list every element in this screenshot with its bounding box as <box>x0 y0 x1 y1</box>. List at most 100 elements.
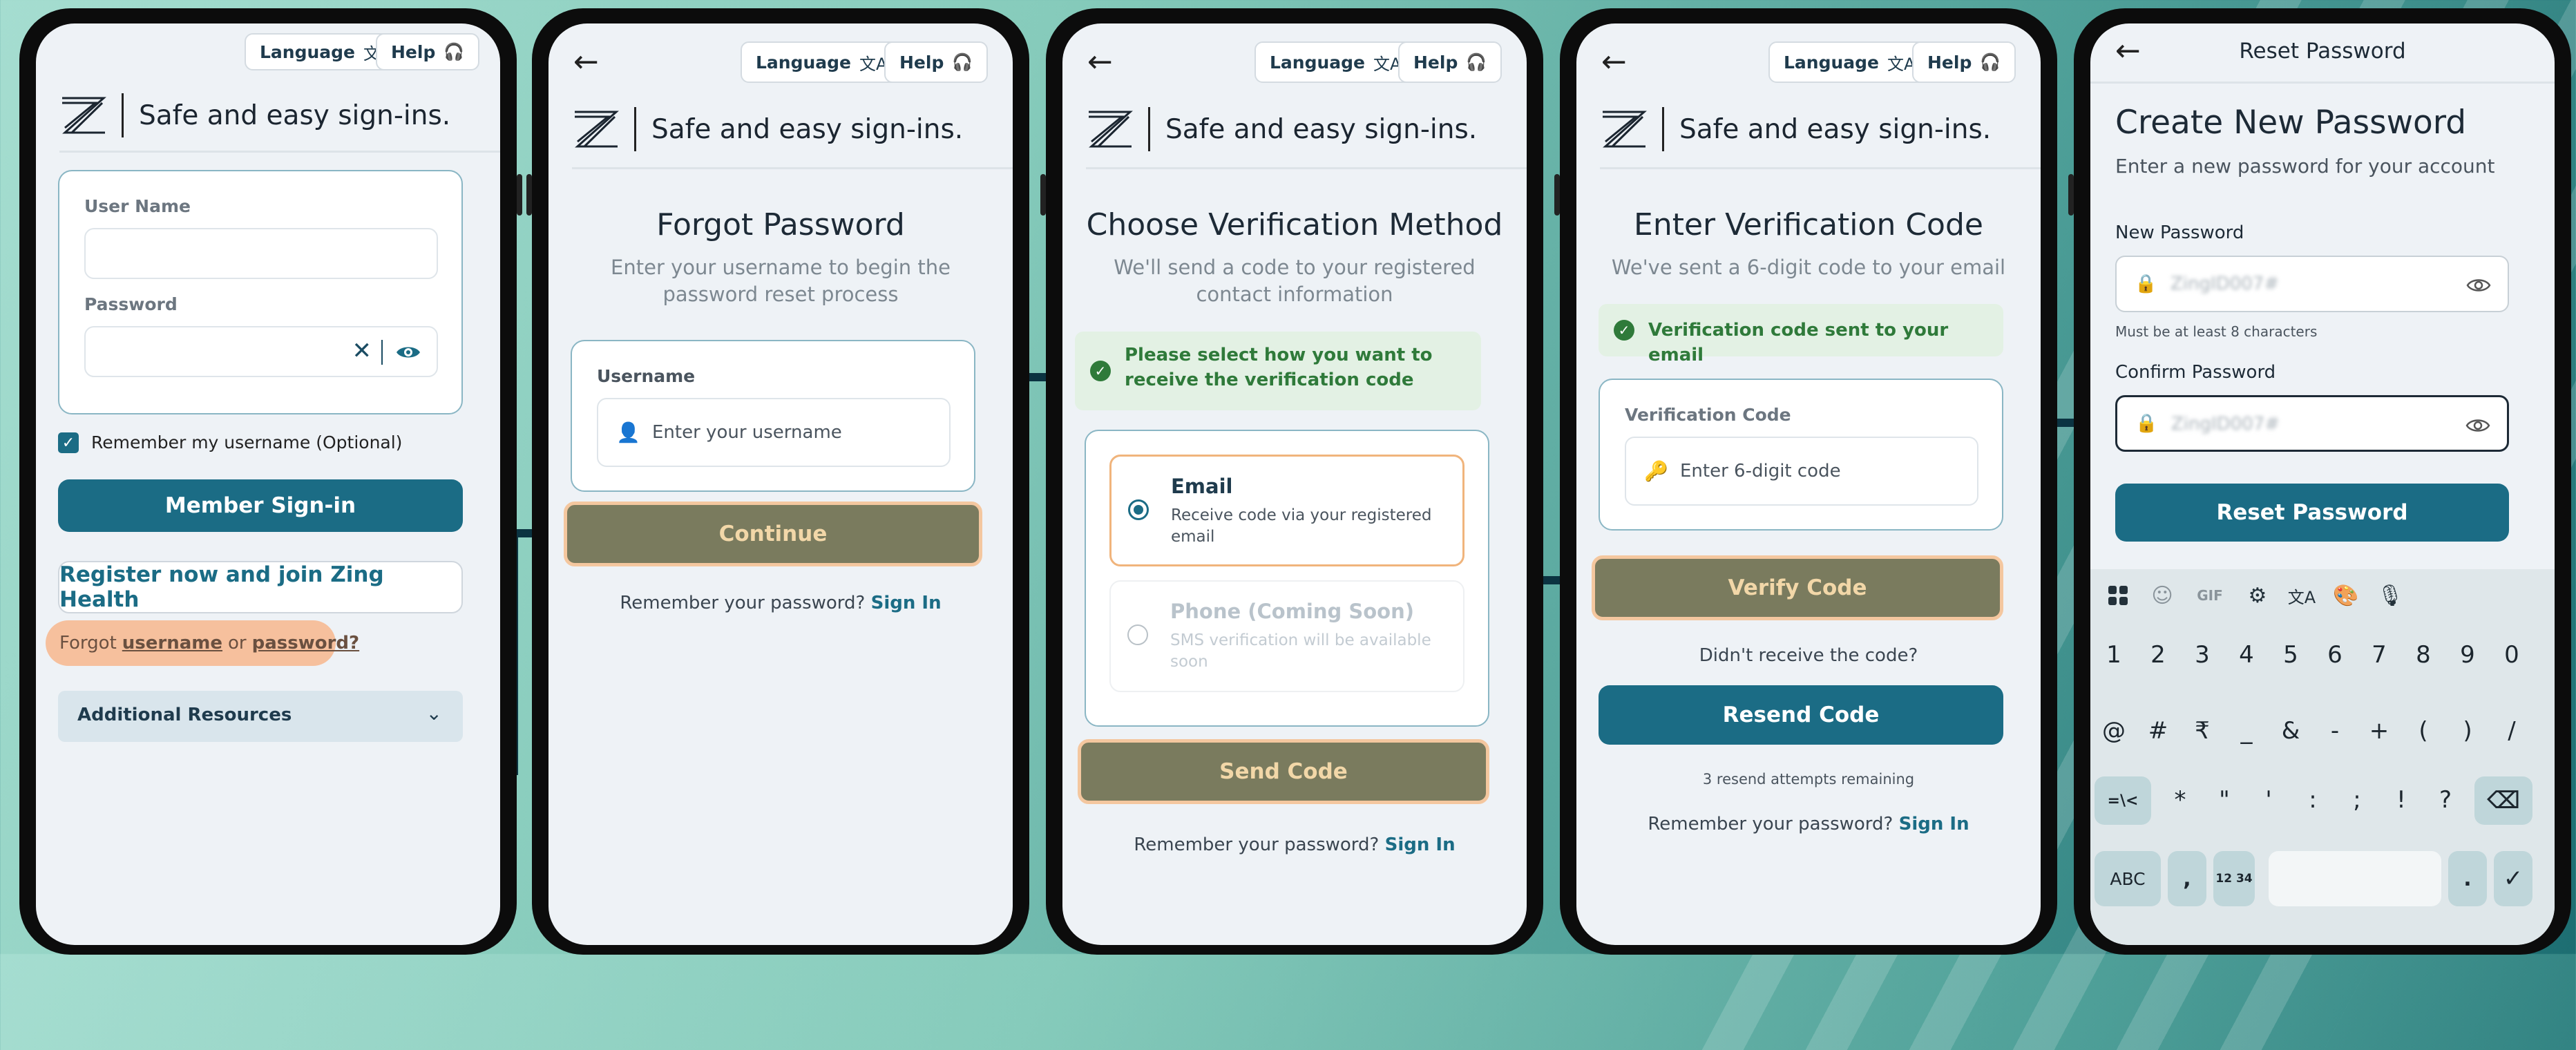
email-radio[interactable] <box>1128 499 1149 520</box>
email-option-desc: Receive code via your registered email <box>1171 506 1432 546</box>
key[interactable]: 2 <box>2137 630 2179 680</box>
sign-in-link[interactable]: Sign In <box>871 593 942 613</box>
language-button[interactable]: Language 文A <box>1254 41 1417 83</box>
translate-icon[interactable]: 文A <box>2284 578 2320 613</box>
login-card: User Name Password ✕ <box>58 170 463 414</box>
key[interactable]: @ <box>2093 706 2135 756</box>
language-button[interactable]: Language 文A <box>1768 41 1931 83</box>
key[interactable]: ( <box>2403 706 2444 756</box>
key[interactable]: ! <box>2381 775 2422 825</box>
key[interactable]: / <box>2491 706 2532 756</box>
key[interactable]: " <box>2204 775 2245 825</box>
key[interactable]: ; <box>2336 775 2378 825</box>
key[interactable]: + <box>2358 706 2400 756</box>
eye-icon[interactable] <box>395 343 421 362</box>
language-button[interactable]: Language 文A <box>741 41 903 83</box>
back-arrow-icon[interactable]: ← <box>1087 47 1113 77</box>
space-bar[interactable] <box>2269 851 2441 906</box>
abc-key[interactable]: ABC <box>2095 851 2161 906</box>
verify-code-button[interactable]: Verify Code <box>1592 555 2003 620</box>
forgot-prefix: Forgot <box>59 633 117 653</box>
help-label: Help <box>899 52 944 73</box>
clear-icon[interactable]: ✕ <box>352 337 372 365</box>
remember-checkbox[interactable]: ✓ <box>58 432 79 453</box>
help-button[interactable]: Help 🎧 <box>884 41 989 83</box>
key[interactable]: * <box>2159 775 2201 825</box>
key[interactable]: 9 <box>2447 630 2488 680</box>
username-label: User Name <box>84 196 191 216</box>
password-hint: Must be at least 8 characters <box>2115 323 2318 340</box>
new-password-input[interactable]: 🔒 ZingID007# <box>2115 256 2509 312</box>
email-option[interactable]: Email Receive code via your registered e… <box>1109 455 1464 566</box>
register-button[interactable]: Register now and join Zing Health <box>58 561 463 613</box>
resend-code-button[interactable]: Resend Code <box>1599 685 2003 745</box>
key[interactable]: 6 <box>2314 630 2356 680</box>
symbols-key[interactable]: =\< <box>2095 776 2151 825</box>
key[interactable]: & <box>2270 706 2311 756</box>
forgot-password-link[interactable]: password? <box>252 633 360 653</box>
period-key[interactable]: . <box>2448 851 2487 906</box>
sticker-icon[interactable]: ☺ <box>2144 578 2180 613</box>
help-button[interactable]: Help 🎧 <box>1398 41 1502 83</box>
sign-in-link[interactable]: Sign In <box>1899 814 1969 834</box>
help-button[interactable]: Help 🎧 <box>376 33 480 70</box>
chevron-down-icon: ⌄ <box>426 702 442 725</box>
key[interactable]: 0 <box>2491 630 2532 680</box>
key[interactable]: - <box>2314 706 2356 756</box>
code-input[interactable]: 🔑 Enter 6-digit code <box>1625 437 1978 506</box>
login-screen: Language 文A Help 🎧 Safe and easy sign-in… <box>36 23 500 945</box>
forgot-screen: ← Language 文A Help 🎧 Safe and easy sign-… <box>548 23 1013 945</box>
forgot-or: or <box>228 633 247 653</box>
key[interactable]: ? <box>2425 775 2466 825</box>
key-icon: 🔑 <box>1644 459 1668 483</box>
confirm-password-value: ZingID007# <box>2171 414 2280 435</box>
page-title: Create New Password <box>2115 104 2467 142</box>
reset-password-button[interactable]: Reset Password <box>2115 484 2509 542</box>
key[interactable]: ' <box>2248 775 2289 825</box>
additional-resources[interactable]: Additional Resources ⌄ <box>58 691 463 742</box>
checkmark-icon[interactable]: ✓ <box>2494 851 2532 906</box>
key[interactable]: 3 <box>2182 630 2223 680</box>
member-signin-button[interactable]: Member Sign-in <box>58 479 463 532</box>
key[interactable]: # <box>2137 706 2179 756</box>
key[interactable]: 8 <box>2403 630 2444 680</box>
comma-key[interactable]: , <box>2168 851 2206 906</box>
on-screen-keyboard: ☺ GIF ⚙ 文A 🎨 🎙 1 2 3 4 5 6 7 8 9 0 @ # ₹… <box>2090 569 2555 945</box>
key[interactable]: ) <box>2447 706 2488 756</box>
backspace-icon[interactable]: ⌫ <box>2474 776 2532 825</box>
brand-divider <box>634 107 636 151</box>
settings-icon[interactable]: ⚙ <box>2240 578 2276 613</box>
confirm-password-input[interactable]: 🔒 ZingID007# <box>2115 395 2509 452</box>
username-input[interactable] <box>84 228 438 279</box>
sign-in-link[interactable]: Sign In <box>1385 834 1456 855</box>
password-input[interactable]: ✕ <box>84 326 438 377</box>
back-arrow-icon[interactable]: ← <box>1601 47 1627 77</box>
key[interactable]: 1 <box>2093 630 2135 680</box>
forgot-username-link[interactable]: username <box>122 633 222 653</box>
mic-icon[interactable]: 🎙 <box>2372 578 2408 613</box>
gif-button[interactable]: GIF <box>2186 578 2234 613</box>
username-input[interactable]: 👤 Enter your username <box>597 398 951 467</box>
username-card: Username 👤 Enter your username <box>571 340 975 492</box>
alert-text: Please select how you want to receive th… <box>1125 345 1433 390</box>
key[interactable]: 7 <box>2358 630 2400 680</box>
send-code-button[interactable]: Send Code <box>1078 739 1489 804</box>
translate-icon: 文A <box>859 54 888 74</box>
language-label: Language <box>1270 52 1366 73</box>
key[interactable]: 5 <box>2270 630 2311 680</box>
back-arrow-icon[interactable]: ← <box>573 47 599 77</box>
key[interactable]: 4 <box>2226 630 2267 680</box>
help-button[interactable]: Help 🎧 <box>1912 41 2016 83</box>
palette-icon[interactable]: 🎨 <box>2328 578 2364 613</box>
continue-button[interactable]: Continue <box>564 502 982 566</box>
eye-icon[interactable] <box>2465 417 2490 435</box>
eye-icon[interactable] <box>2466 276 2491 294</box>
zing-logo <box>1089 111 1133 148</box>
number-pad-key[interactable]: 12 34 <box>2213 851 2255 906</box>
phone-reset: ← Reset Password Create New Password Ent… <box>2068 8 2571 955</box>
key[interactable]: : <box>2292 775 2334 825</box>
remember-signin: Remember your password? Sign In <box>1062 834 1527 855</box>
key[interactable]: ₹ <box>2182 706 2223 756</box>
apps-icon[interactable] <box>2100 578 2136 613</box>
key[interactable]: _ <box>2226 706 2267 756</box>
